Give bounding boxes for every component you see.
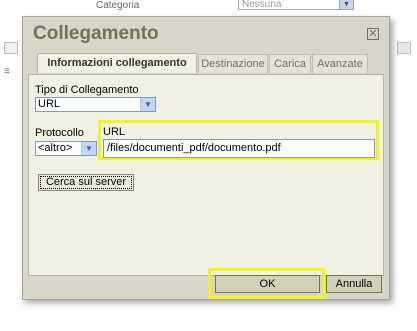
close-icon[interactable]: ✕ [367, 28, 379, 40]
background-toolbar-right [391, 30, 417, 90]
tab-upload[interactable]: Carica [269, 54, 311, 73]
browse-server-button[interactable]: Cerca sul server [38, 174, 134, 191]
list-icon[interactable]: ≡ [4, 66, 16, 77]
cancel-button[interactable]: Annulla [326, 275, 382, 293]
background-form-row: Categoria Nessuna ▼ [0, 0, 417, 16]
background-toolbar-left: ≡ [0, 30, 22, 90]
chevron-down-icon: ▼ [339, 0, 353, 9]
category-label: Categoria [96, 0, 140, 11]
link-dialog: Collegamento ✕ Informazioni collegamento… [22, 16, 390, 300]
link-type-select[interactable]: URL ▼ [35, 97, 156, 112]
tab-panel: Tipo di Collegamento URL ▼ Protocollo <a… [28, 74, 384, 276]
category-select-value: Nessuna [242, 0, 282, 10]
chevron-down-icon: ▼ [81, 142, 96, 155]
link-type-label: Tipo di Collegamento [35, 84, 139, 96]
dialog-title: Collegamento [33, 23, 159, 44]
toolbar-icon[interactable] [4, 42, 18, 54]
link-type-value: URL [38, 98, 61, 110]
tab-advanced[interactable]: Avanzate [312, 54, 368, 73]
protocol-value: <altro> [38, 142, 73, 154]
ok-button[interactable]: OK [215, 275, 320, 293]
url-label: URL [103, 126, 126, 138]
tab-link-info[interactable]: Informazioni collegamento [37, 53, 197, 73]
protocol-label: Protocollo [35, 127, 84, 139]
category-select[interactable]: Nessuna ▼ [238, 0, 354, 10]
toolbar-icon[interactable] [397, 42, 411, 54]
url-input[interactable]: /files/documenti_pdf/documento.pdf [103, 139, 375, 158]
tab-target[interactable]: Destinazione [198, 54, 268, 73]
protocol-select[interactable]: <altro> ▼ [35, 141, 97, 156]
chevron-down-icon: ▼ [140, 98, 155, 111]
